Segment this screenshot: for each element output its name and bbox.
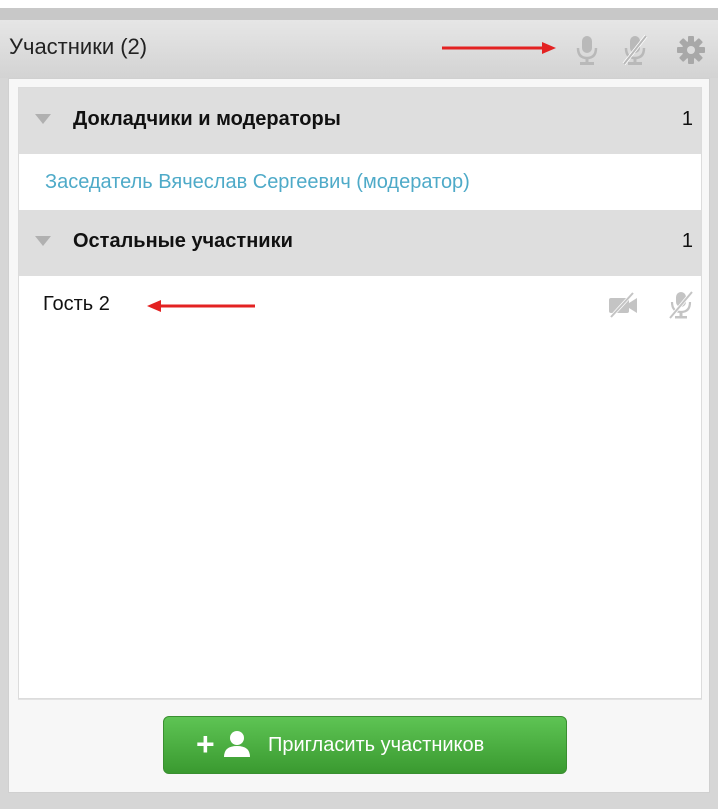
participants-header: Участники (2)	[0, 20, 718, 78]
microphone-icon[interactable]	[572, 34, 602, 66]
invite-participants-button[interactable]: + Пригласить участников	[163, 716, 567, 774]
add-person-icon	[224, 731, 250, 757]
participant-name: Гость 2	[43, 293, 110, 315]
top-strip	[0, 8, 718, 20]
annotation-arrow-left-icon	[147, 300, 255, 312]
microphone-muted-icon[interactable]	[665, 290, 697, 320]
collapse-triangle-icon[interactable]	[35, 236, 51, 246]
participants-title: Участники (2)	[9, 34, 148, 59]
participants-panel: Докладчики и модераторы 1 Заседатель Вяч…	[8, 78, 710, 793]
collapse-triangle-icon[interactable]	[35, 114, 51, 124]
camera-off-icon[interactable]	[607, 290, 639, 320]
group-count: 1	[681, 230, 693, 252]
gear-icon[interactable]	[676, 34, 706, 66]
group-label: Остальные участники	[73, 230, 293, 252]
group-count: 1	[681, 108, 693, 130]
microphone-muted-icon[interactable]	[620, 34, 650, 66]
participant-name: Заседатель Вячеслав Сергеевич (модератор…	[45, 171, 470, 193]
participant-row-guest[interactable]: Гость 2	[19, 276, 701, 332]
participants-list: Докладчики и модераторы 1 Заседатель Вяч…	[18, 87, 702, 699]
group-other-participants[interactable]: Остальные участники 1	[19, 210, 701, 276]
participant-row-moderator[interactable]: Заседатель Вячеслав Сергеевич (модератор…	[19, 154, 701, 210]
footer-divider	[18, 699, 702, 700]
group-label: Докладчики и модераторы	[73, 108, 341, 130]
invite-button-label: Пригласить участников	[268, 734, 485, 756]
group-speakers-moderators[interactable]: Докладчики и модераторы 1	[19, 88, 701, 154]
annotation-arrow-right-icon	[442, 42, 556, 54]
plus-icon: +	[196, 726, 215, 762]
